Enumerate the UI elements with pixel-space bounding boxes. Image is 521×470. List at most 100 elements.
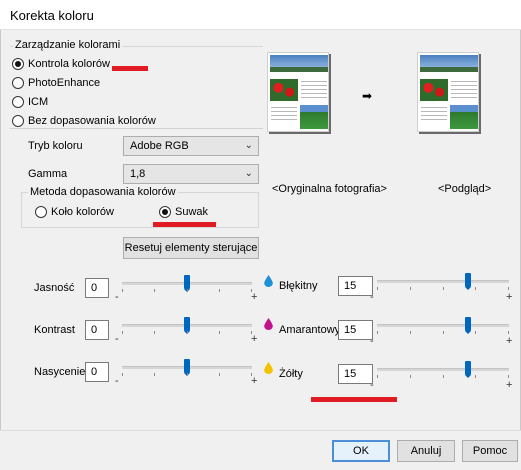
cyan-drop-icon <box>264 275 273 287</box>
text-line <box>451 81 477 82</box>
text-line <box>301 81 327 82</box>
cyan-slider[interactable] <box>377 270 509 294</box>
text-line <box>421 107 447 108</box>
magenta-input[interactable]: 15 <box>338 320 373 340</box>
slider-tick <box>410 287 411 290</box>
slider-tick <box>219 289 220 292</box>
slider-tick <box>154 289 155 292</box>
slider-thumb[interactable] <box>184 317 190 334</box>
yellow-input[interactable]: 15 <box>338 364 373 384</box>
color-mode-label: Tryb koloru <box>28 140 83 152</box>
text-line <box>301 85 327 86</box>
radio-icm[interactable]: ICM <box>12 94 48 110</box>
cancel-button[interactable]: Anuluj <box>397 440 455 462</box>
yellow-value: 15 <box>344 368 357 380</box>
yellow-slider[interactable] <box>377 358 509 382</box>
color-mode-select[interactable]: Adobe RGB ⌄ <box>123 136 259 156</box>
text-line <box>421 119 447 120</box>
minus-sign: - <box>370 291 374 303</box>
minus-sign: - <box>370 379 374 391</box>
text-line <box>451 89 477 90</box>
text-line <box>451 93 477 94</box>
contrast-slider[interactable] <box>122 314 252 338</box>
slider-tick <box>377 375 378 378</box>
gamma-select[interactable]: 1,8 ⌄ <box>123 164 259 184</box>
slider-track <box>377 324 509 327</box>
radio-kontrola-kolorow[interactable]: Kontrola kolorów <box>12 56 110 72</box>
contrast-input[interactable]: 0 <box>85 320 109 340</box>
slider-tick <box>410 331 411 334</box>
plus-sign: + <box>251 291 258 303</box>
magenta-slider[interactable] <box>377 314 509 338</box>
dialog-footer: OK Anuluj Pomoc <box>0 430 521 470</box>
slider-tick <box>122 331 123 334</box>
saturation-slider[interactable] <box>122 356 252 380</box>
slider-tick <box>187 373 188 376</box>
cyan-label: Błękitny <box>279 280 318 292</box>
slider-tick <box>122 289 123 292</box>
radio-dot-photoenhance <box>12 77 24 89</box>
slider-thumb[interactable] <box>184 275 190 292</box>
radio-label-kontrola: Kontrola kolorów <box>28 58 110 70</box>
slider-thumb[interactable] <box>465 273 472 290</box>
photo-land <box>420 67 478 72</box>
minus-sign: - <box>370 335 374 347</box>
dialog-body: Zarządzanie kolorami Kontrola kolorów Ph… <box>0 30 521 470</box>
contrast-label: Kontrast <box>34 324 75 336</box>
slider-tick <box>475 375 476 378</box>
brightness-input[interactable]: 0 <box>85 278 109 298</box>
radio-dot-suwak <box>159 206 171 218</box>
slider-tick <box>443 331 444 334</box>
slider-thumb[interactable] <box>465 317 472 334</box>
color-management-label: Zarządzanie kolorami <box>13 39 123 51</box>
slider-thumb[interactable] <box>184 359 190 376</box>
gamma-value: 1,8 <box>130 168 146 180</box>
slider-tick <box>219 373 220 376</box>
plus-sign: + <box>506 379 513 391</box>
radio-bez-dopasowania[interactable]: Bez dopasowania kolorów <box>12 113 156 129</box>
ok-button[interactable]: OK <box>332 440 390 462</box>
photo-trees <box>300 105 328 129</box>
radio-suwak[interactable]: Suwak <box>159 204 208 220</box>
help-button[interactable]: Pomoc <box>462 440 518 462</box>
photo-flowers <box>270 79 298 101</box>
contrast-value: 0 <box>91 324 98 336</box>
chevron-down-icon: ⌄ <box>244 168 253 179</box>
radio-dot-kolo <box>35 206 47 218</box>
magenta-drop-shape <box>264 318 273 330</box>
slider-tick <box>122 373 123 376</box>
chevron-down-icon: ⌄ <box>244 140 253 151</box>
radio-label-icm: ICM <box>28 96 49 108</box>
radio-label-photoenhance: PhotoEnhance <box>28 77 101 89</box>
preview-photo-thumbnail <box>417 52 479 132</box>
plus-sign: + <box>251 333 258 345</box>
cyan-input[interactable]: 15 <box>338 276 373 296</box>
text-line <box>301 97 327 98</box>
radio-photoenhance[interactable]: PhotoEnhance <box>12 75 100 91</box>
yellow-drop-shape <box>264 362 273 374</box>
brightness-value: 0 <box>91 282 98 294</box>
slider-track <box>377 280 509 283</box>
minus-sign: - <box>115 291 119 303</box>
radio-dot-bez <box>12 115 24 127</box>
radio-label-kolo: Koło kolorów <box>51 206 114 218</box>
text-line <box>451 97 477 98</box>
minus-sign: - <box>115 333 119 345</box>
slider-tick <box>475 331 476 334</box>
brightness-slider[interactable] <box>122 272 252 296</box>
saturation-label: Nasycenie <box>34 366 86 378</box>
plus-sign: + <box>251 375 258 387</box>
preview-label: <Podgląd> <box>438 183 492 195</box>
magenta-label: Amarantowy <box>279 324 341 336</box>
yellow-drop-icon <box>264 362 273 374</box>
saturation-input[interactable]: 0 <box>85 362 109 382</box>
color-mode-value: Adobe RGB <box>130 140 189 152</box>
reset-controls-button[interactable]: Resetuj elementy sterujące <box>123 237 259 259</box>
arrow-right-icon: ➡ <box>362 89 373 103</box>
slider-track <box>377 368 509 371</box>
radio-kolo-kolorow[interactable]: Koło kolorów <box>35 204 114 220</box>
gamma-label: Gamma <box>28 168 68 180</box>
minus-sign: - <box>115 375 119 387</box>
slider-tick <box>154 373 155 376</box>
slider-thumb[interactable] <box>465 361 472 378</box>
